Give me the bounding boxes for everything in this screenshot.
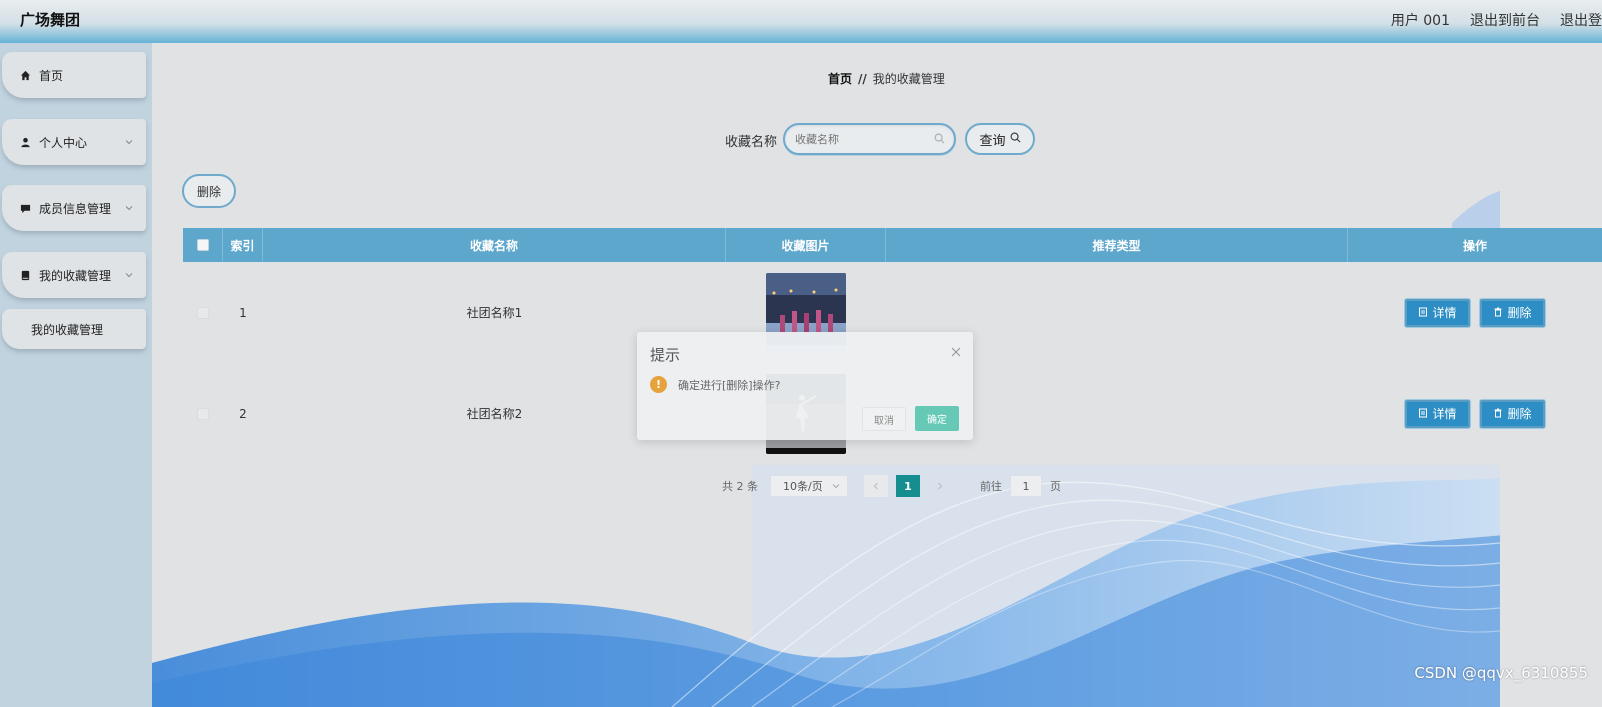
sidebar-item-label: 首页 [39,68,64,83]
detail-button-label: 详情 [1432,407,1457,421]
bookmark-icon [19,269,31,281]
search-field[interactable] [783,123,956,155]
row-select-cell [183,363,223,464]
detail-button[interactable]: 详情 [1405,399,1470,428]
select-all-checkbox[interactable] [196,239,209,251]
chevron-down-icon [124,202,136,214]
chevron-down-icon [124,269,136,281]
chevron-left-icon [872,480,880,493]
sidebar-subitem-my-favorites[interactable]: 我的收藏管理 [2,309,146,349]
dialog-cancel-button[interactable]: 取消 [862,407,906,431]
detail-button-label: 详情 [1432,306,1457,320]
column-header-name: 收藏名称 [263,228,726,262]
page-unit-label: 页 [1050,480,1061,493]
column-header-index: 索引 [223,228,263,262]
sidebar-item-label: 个人中心 [39,135,88,150]
column-header-actions: 操作 [1462,238,1487,253]
user-icon [19,136,31,148]
breadcrumb-current: 我的收藏管理 [872,72,945,86]
dialog-confirm-button[interactable]: 确定 [915,406,959,431]
query-button-label: 查询 [979,133,1006,149]
top-header: 广场舞团 用户 001 退出到前台 退出登 [0,0,1602,43]
search-input[interactable] [785,125,925,153]
sidebar-item-label: 我的收藏管理 [39,268,112,283]
prev-page-button[interactable] [864,475,888,497]
table-header: 索引 收藏名称 收藏图片 推荐类型 操作 [183,228,1602,262]
breadcrumb: 首页 // 我的收藏管理 [828,70,945,87]
column-header-image: 收藏图片 [726,228,886,262]
dialog-message: 确定进行[删除]操作? [678,379,781,392]
goto-page-input[interactable] [1010,475,1042,497]
sidebar-item-label: 成员信息管理 [39,201,112,216]
cell-index: 2 [239,406,247,421]
detail-button[interactable]: 详情 [1405,298,1470,327]
cell-actions: 详情 删除 [1348,363,1602,464]
delete-button[interactable]: 删除 [1480,399,1545,428]
batch-delete-button[interactable]: 删除 [182,174,236,208]
message-icon [19,202,31,214]
header-actions: 用户 001 退出到前台 退出登 [1391,10,1602,30]
chevron-down-icon [831,481,841,491]
pagination-total: 共 2 条 [722,480,758,493]
cell-index: 1 [239,305,247,320]
document-icon [1418,306,1428,320]
watermark: CSDN @qqvx_6310855 [1414,664,1588,682]
warning-icon: ! [650,376,667,393]
delete-button-label: 删除 [1507,306,1532,320]
trash-icon [1493,407,1503,421]
search-icon [934,133,946,145]
cell-actions: 详情 删除 [1348,262,1602,363]
query-button[interactable]: 查询 [965,123,1035,155]
breadcrumb-home[interactable]: 首页 [828,72,852,86]
home-icon [19,69,31,81]
dialog-title: 提示 [650,346,681,364]
row-checkbox[interactable] [197,407,209,420]
search-icon [1010,132,1021,147]
close-icon[interactable] [951,346,961,357]
chevron-down-icon [124,136,136,148]
sidebar-item-my-favorites[interactable]: 我的收藏管理 [2,252,146,298]
sidebar-item-personal-center[interactable]: 个人中心 [2,119,146,165]
delete-button[interactable]: 删除 [1480,298,1545,327]
page-number-button[interactable]: 1 [896,475,920,497]
row-checkbox[interactable] [197,306,209,319]
sidebar: 首页 个人中心 成员信息管理 我的收藏管理 我的收藏管理 [0,43,152,707]
brand-title: 广场舞团 [20,11,81,29]
breadcrumb-separator: // [858,72,867,86]
trash-icon [1493,306,1503,320]
confirm-dialog: 提示 ! 确定进行[删除]操作? 取消 确定 [637,332,973,440]
page-jump: 前往 页 [980,475,1061,497]
column-header-type: 推荐类型 [886,228,1348,262]
main-content: 首页 // 我的收藏管理 收藏名称 查询 删除 索引 收藏名称 收藏图片 推荐类型 … [152,43,1602,707]
logout-link[interactable]: 退出登 [1560,10,1602,30]
next-page-button[interactable] [928,475,952,497]
exit-to-front-link[interactable]: 退出到前台 [1470,10,1540,30]
pagination: 共 2 条 10条/页 1 前往 页 [722,475,1061,497]
search-label: 收藏名称 [725,135,778,150]
page-size-select[interactable]: 10条/页 [770,475,848,497]
sidebar-item-member-info[interactable]: 成员信息管理 [2,185,146,231]
select-all-cell [183,228,223,262]
chevron-right-icon [936,480,944,493]
delete-button-label: 删除 [1507,407,1532,421]
current-user-label: 用户 001 [1390,13,1450,29]
page-size-value: 10条/页 [783,480,823,493]
document-icon [1418,407,1428,421]
goto-label: 前往 [980,480,1002,493]
row-select-cell [183,262,223,363]
sidebar-item-home[interactable]: 首页 [2,52,146,98]
